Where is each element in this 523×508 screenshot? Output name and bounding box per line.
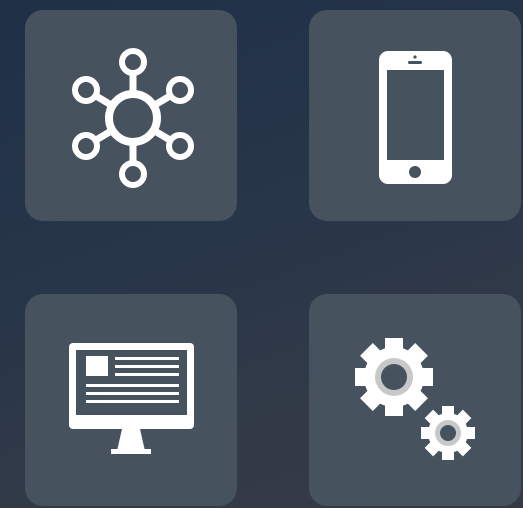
- tile-network[interactable]: [25, 10, 237, 221]
- app-screen: { "colors": { "background_top": "#1f3047…: [0, 0, 523, 508]
- tile-settings[interactable]: [309, 294, 521, 506]
- tile-mobile[interactable]: [309, 10, 521, 221]
- desktop-monitor-icon: [69, 343, 194, 454]
- tile-desktop[interactable]: [25, 294, 237, 506]
- gears-icon: [355, 338, 475, 460]
- network-hub-icon: [72, 48, 194, 188]
- smartphone-icon: [379, 51, 452, 184]
